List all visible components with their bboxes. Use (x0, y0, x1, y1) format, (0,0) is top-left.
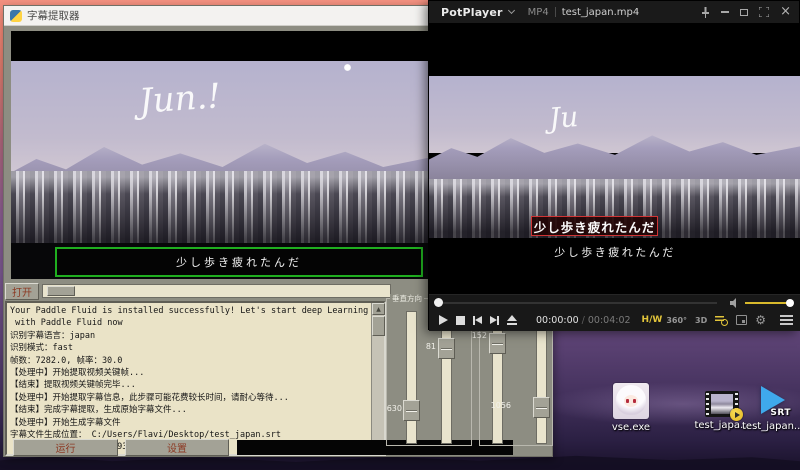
time-total: 00:04:02 (588, 315, 631, 326)
burned-subtitle-text: 少し歩き疲れたんだ (534, 217, 656, 236)
video-town (11, 171, 434, 247)
scroll-up-button[interactable]: ▲ (372, 303, 385, 315)
maximize-icon (740, 9, 748, 16)
slider-track-ymin[interactable] (406, 311, 417, 444)
hw-decoder-badge: H/W (642, 315, 663, 325)
detected-subtitle-text: 少し歩き疲れたんだ (176, 254, 302, 270)
run-button[interactable]: 运行 (13, 439, 118, 456)
desktop-icon-label: vse.exe (595, 422, 667, 433)
seek-row (429, 294, 800, 309)
srt-subtitle-text: 少し歩き疲れたんだ (429, 244, 800, 260)
video-file-icon (705, 391, 739, 417)
close-icon: × (780, 7, 791, 17)
potplayer-menu[interactable]: PotPlayer (441, 6, 503, 19)
close-button[interactable]: × (780, 5, 791, 19)
stop-button[interactable] (454, 312, 467, 328)
open-button[interactable]: 打开 (5, 283, 39, 300)
eject-icon (507, 315, 517, 325)
potplayer-video-area[interactable]: Ju 少し歩き疲れたんだ 少し歩き疲れたんだ (429, 23, 800, 294)
slider-handle-xmax[interactable] (533, 397, 550, 418)
pin-icon (701, 7, 710, 18)
video-handwriting-text: Jun.! (138, 76, 222, 122)
minimize-button[interactable] (721, 5, 729, 19)
next-icon (497, 316, 499, 325)
title-divider (555, 7, 556, 17)
subtitle-detect-highlight-box: 少し歩き疲れたんだ (55, 247, 423, 277)
play-button[interactable] (437, 312, 450, 328)
window-title: 字幕提取器 (27, 8, 80, 23)
potplayer-window: PotPlayer MP4 test_japan.mp4 × Ju (428, 0, 800, 330)
slider-handle-xmin[interactable] (489, 333, 506, 354)
seekbar-knob[interactable] (434, 298, 443, 307)
desktop-icon-vse[interactable]: vse.exe (595, 383, 667, 433)
settings-button[interactable]: 设置 (125, 439, 229, 456)
group-label: 垂直方向 (390, 294, 424, 303)
open-media-button[interactable] (505, 312, 518, 328)
playlist-search-icon[interactable] (715, 315, 728, 326)
time-current: 00:00:00 (536, 315, 579, 326)
control-panel-icon[interactable] (736, 315, 747, 325)
desktop-icon-label: test_japan... (742, 421, 800, 432)
next-button[interactable] (488, 312, 501, 328)
video-sky (429, 76, 800, 153)
video-sky (11, 61, 434, 171)
stop-icon (456, 316, 465, 325)
speaker-icon[interactable] (730, 298, 739, 308)
fullscreen-icon (759, 7, 769, 17)
moon (344, 64, 351, 71)
previous-button[interactable] (471, 312, 484, 328)
log-text: Your Paddle Fluid is installed successfu… (10, 305, 369, 452)
minimize-icon (721, 11, 729, 13)
srt-badge: SRT (770, 408, 791, 418)
slider-value: 630 (374, 404, 402, 413)
video-handwriting-text: Ju (548, 100, 579, 135)
potplayer-srt-icon: SRT (753, 384, 791, 418)
log-textarea[interactable]: Your Paddle Fluid is installed successfu… (5, 301, 386, 456)
icon-eyes (626, 399, 629, 403)
playing-file-name: test_japan.mp4 (562, 7, 640, 18)
pin-button[interactable] (701, 5, 710, 19)
filmstrip-holes (706, 393, 709, 415)
menu-icon[interactable] (780, 315, 793, 325)
format-badge: MP4 (528, 7, 549, 18)
slider-value: 1056 (481, 401, 511, 410)
anime-girl-app-icon (613, 383, 649, 419)
mode-360-button[interactable]: 360° (666, 316, 687, 325)
log-scrollbar[interactable]: ▲ ▼ (371, 303, 384, 454)
python-app-icon (10, 10, 22, 22)
slider-handle-ymin[interactable] (403, 400, 420, 421)
time-display: 00:00:00 / 00:04:02 (536, 315, 631, 326)
burned-subtitle-box: 少し歩き疲れたんだ (531, 216, 658, 236)
scrollbar-thumb[interactable] (372, 316, 385, 336)
mode-3d-button[interactable]: 3D (695, 316, 707, 325)
slider-handle-ymax[interactable] (438, 338, 455, 359)
next-icon (490, 316, 497, 324)
fullscreen-button[interactable] (759, 5, 769, 19)
seekbar[interactable] (437, 302, 717, 304)
video-preview-canvas: Jun.! 少し歩き疲れたんだ (11, 31, 434, 279)
volume-knob[interactable] (786, 299, 794, 307)
play-icon (439, 315, 448, 325)
potplayer-titlebar[interactable]: PotPlayer MP4 test_japan.mp4 × (429, 1, 799, 23)
slider-value: 152 (458, 331, 487, 340)
volume-slider[interactable] (745, 302, 791, 304)
maximize-button[interactable] (740, 5, 748, 19)
desktop: vse.exe test_japa... SRT test_japan... 字… (0, 0, 800, 470)
previous-icon (475, 316, 482, 324)
control-bar: 00:00:00 / 00:04:02 H/W 360° 3D ⚙ (429, 309, 800, 331)
slider-value: 81 (412, 342, 436, 351)
time-divider: / (582, 315, 585, 326)
desktop-icon-srt-file[interactable]: SRT test_japan... (742, 384, 800, 432)
progress-bar (42, 284, 391, 298)
progress-thumb (47, 286, 75, 296)
chevron-down-icon (508, 7, 515, 14)
gear-icon[interactable]: ⚙ (755, 314, 766, 326)
